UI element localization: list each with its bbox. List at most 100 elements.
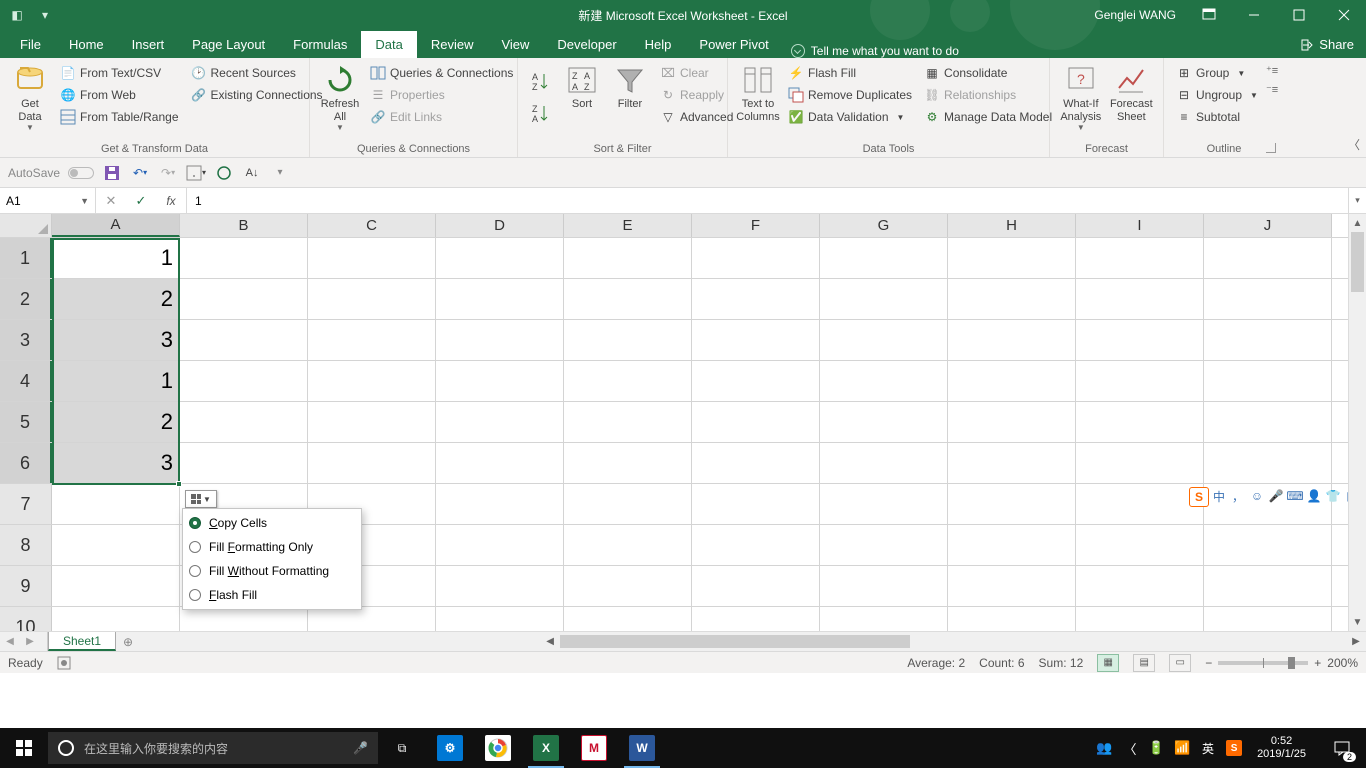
cell[interactable] bbox=[1204, 525, 1332, 565]
cell[interactable] bbox=[1076, 525, 1204, 565]
ime-mic-icon[interactable]: 🎤 bbox=[1268, 488, 1284, 504]
sort-asc-qat-button[interactable]: A↓ bbox=[242, 163, 262, 183]
task-view-button[interactable]: ⧉ bbox=[378, 728, 426, 768]
tab-formulas[interactable]: Formulas bbox=[279, 31, 361, 58]
ime-keyboard-icon[interactable]: ⌨ bbox=[1287, 488, 1303, 504]
cell[interactable] bbox=[52, 525, 180, 565]
tab-scroll-right[interactable]: ▶ bbox=[20, 632, 40, 651]
tray-expand-icon[interactable]: 〈 bbox=[1121, 739, 1139, 757]
cell[interactable] bbox=[308, 402, 436, 442]
fx-icon[interactable]: fx bbox=[156, 194, 186, 208]
name-box[interactable]: A1 ▼ bbox=[0, 188, 96, 213]
row-header[interactable]: 7 bbox=[0, 484, 52, 524]
view-page-layout-button[interactable]: ▤ bbox=[1133, 654, 1155, 672]
ime-emoji-icon[interactable]: ☺ bbox=[1249, 488, 1265, 504]
cell[interactable] bbox=[1204, 238, 1332, 278]
remove-duplicates-button[interactable]: Remove Duplicates bbox=[784, 84, 916, 106]
cell[interactable] bbox=[820, 566, 948, 606]
taskbar-app-excel[interactable]: X bbox=[522, 728, 570, 768]
tell-me-search[interactable]: Tell me what you want to do bbox=[783, 44, 967, 58]
menu-fill-without-formatting[interactable]: Fill Without Formatting bbox=[183, 559, 361, 583]
cell[interactable] bbox=[948, 566, 1076, 606]
group-button[interactable]: ⊞Group▼ bbox=[1172, 62, 1262, 84]
undo-button[interactable]: ↶▾ bbox=[130, 163, 150, 183]
menu-copy-cells[interactable]: Copy Cells bbox=[183, 511, 361, 535]
cell[interactable] bbox=[948, 279, 1076, 319]
cell[interactable] bbox=[1076, 238, 1204, 278]
cell[interactable] bbox=[692, 484, 820, 524]
col-header-E[interactable]: E bbox=[564, 214, 692, 237]
qat-dropdown-icon[interactable]: ▾ bbox=[32, 0, 58, 30]
cell[interactable] bbox=[308, 279, 436, 319]
from-web-button[interactable]: 🌐From Web bbox=[56, 84, 183, 106]
cell[interactable] bbox=[948, 238, 1076, 278]
scroll-up-button[interactable]: ▲ bbox=[1349, 214, 1366, 232]
vertical-scrollbar[interactable]: ▲ ▼ bbox=[1348, 214, 1366, 631]
sogou-logo-icon[interactable]: S bbox=[1190, 488, 1208, 506]
cell[interactable] bbox=[692, 402, 820, 442]
cell[interactable] bbox=[1076, 443, 1204, 483]
col-header-A[interactable]: A bbox=[52, 214, 180, 237]
cell[interactable] bbox=[436, 361, 564, 401]
tab-insert[interactable]: Insert bbox=[118, 31, 179, 58]
cell[interactable] bbox=[564, 566, 692, 606]
battery-icon[interactable]: 🔋 bbox=[1147, 739, 1165, 757]
row-header[interactable]: 1 bbox=[0, 238, 52, 278]
sort-desc-button[interactable]: ZA bbox=[526, 98, 556, 128]
hide-detail-icon[interactable]: ⁻≡ bbox=[1266, 83, 1278, 96]
cell[interactable] bbox=[948, 484, 1076, 524]
cell[interactable]: 3 bbox=[52, 320, 180, 360]
hscroll-thumb[interactable] bbox=[560, 635, 910, 648]
existing-connections-button[interactable]: 🔗Existing Connections bbox=[187, 84, 327, 106]
new-sheet-button[interactable]: ⊕ bbox=[116, 632, 140, 651]
manage-data-model-button[interactable]: ⚙Manage Data Model bbox=[920, 106, 1056, 128]
get-data-button[interactable]: Get Data ▼ bbox=[8, 62, 52, 141]
col-header-D[interactable]: D bbox=[436, 214, 564, 237]
tab-scroll-left[interactable]: ◀ bbox=[0, 632, 20, 651]
refresh-all-button[interactable]: Refresh All ▼ bbox=[318, 62, 362, 141]
cell[interactable] bbox=[308, 320, 436, 360]
filter-button[interactable]: Filter bbox=[608, 62, 652, 141]
cell[interactable] bbox=[564, 238, 692, 278]
consolidate-button[interactable]: ▦Consolidate bbox=[920, 62, 1056, 84]
autosave-toggle[interactable] bbox=[68, 167, 94, 179]
cell[interactable] bbox=[820, 279, 948, 319]
ime-lang-icon[interactable]: 中 bbox=[1211, 488, 1227, 504]
sort-button[interactable]: ZAAZ Sort bbox=[560, 62, 604, 141]
show-detail-icon[interactable]: ⁺≡ bbox=[1266, 64, 1278, 77]
from-text-csv-button[interactable]: 📄From Text/CSV bbox=[56, 62, 183, 84]
shape-circle-button[interactable] bbox=[214, 163, 234, 183]
start-button[interactable] bbox=[0, 728, 48, 768]
cell[interactable] bbox=[692, 361, 820, 401]
col-header-F[interactable]: F bbox=[692, 214, 820, 237]
cell[interactable] bbox=[820, 484, 948, 524]
cell[interactable] bbox=[820, 402, 948, 442]
cell[interactable] bbox=[1076, 279, 1204, 319]
cell[interactable] bbox=[1076, 402, 1204, 442]
zoom-slider[interactable] bbox=[1218, 661, 1308, 665]
cell[interactable] bbox=[1076, 320, 1204, 360]
tab-page-layout[interactable]: Page Layout bbox=[178, 31, 279, 58]
scroll-thumb[interactable] bbox=[1351, 232, 1364, 292]
worksheet-grid[interactable]: A B C D E F G H I J 11223341526378910 ▼ … bbox=[0, 214, 1366, 651]
subtotal-button[interactable]: ≡Subtotal bbox=[1172, 106, 1262, 128]
row-header[interactable]: 8 bbox=[0, 525, 52, 565]
view-page-break-button[interactable]: ▭ bbox=[1169, 654, 1191, 672]
queries-connections-button[interactable]: Queries & Connections bbox=[366, 62, 517, 84]
sogou-tray-icon[interactable]: S bbox=[1225, 739, 1243, 757]
col-header-J[interactable]: J bbox=[1204, 214, 1332, 237]
minimize-button[interactable] bbox=[1231, 0, 1276, 30]
maximize-button[interactable] bbox=[1276, 0, 1321, 30]
redo-button[interactable]: ↷▾ bbox=[158, 163, 178, 183]
cell[interactable]: 1 bbox=[52, 238, 180, 278]
menu-fill-formatting-only[interactable]: Fill Formatting Only bbox=[183, 535, 361, 559]
cell[interactable] bbox=[948, 320, 1076, 360]
tab-view[interactable]: View bbox=[487, 31, 543, 58]
ribbon-display-options[interactable] bbox=[1186, 0, 1231, 30]
cell[interactable] bbox=[308, 443, 436, 483]
cell[interactable] bbox=[820, 361, 948, 401]
action-center-button[interactable]: 2 bbox=[1320, 728, 1364, 768]
cell[interactable] bbox=[1204, 402, 1332, 442]
taskbar-app-mcafee[interactable]: M bbox=[570, 728, 618, 768]
col-header-C[interactable]: C bbox=[308, 214, 436, 237]
